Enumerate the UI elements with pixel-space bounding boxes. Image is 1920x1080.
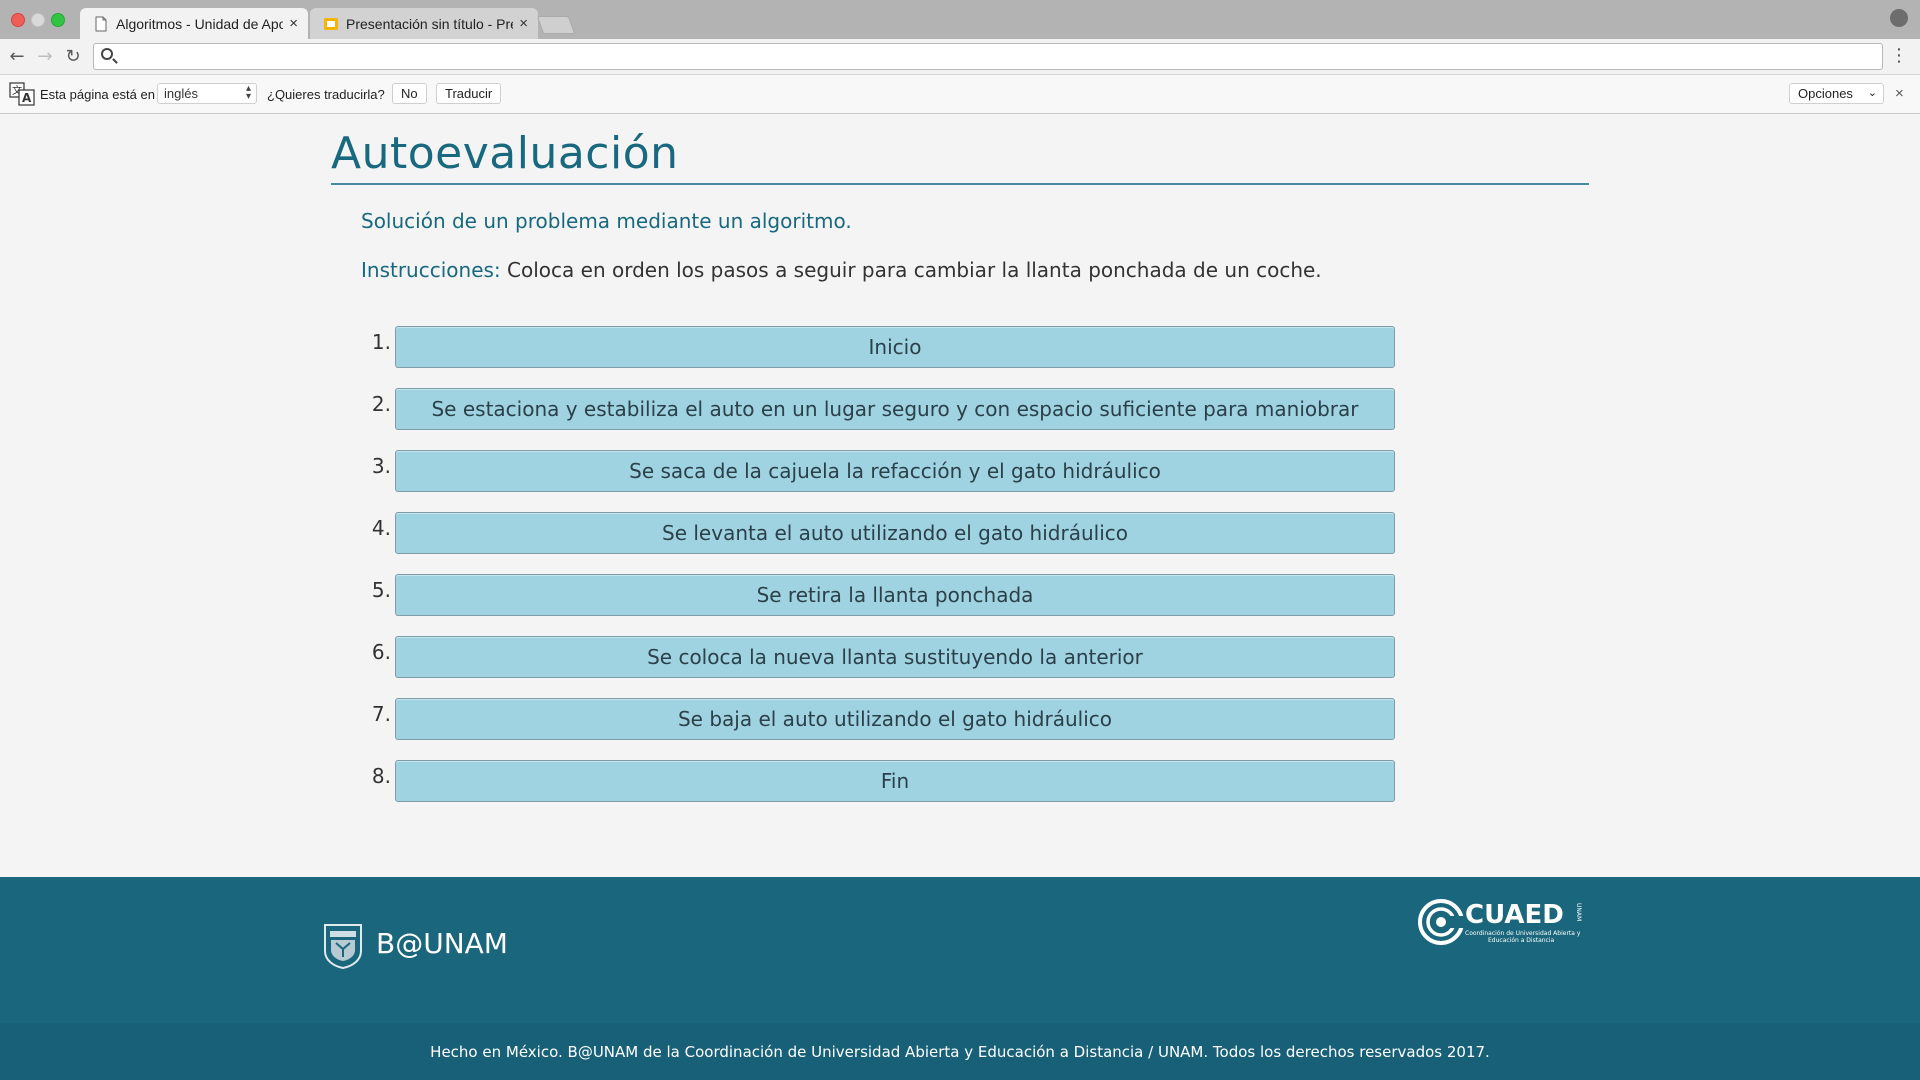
page-icon — [95, 16, 107, 31]
options-label: Opciones — [1798, 86, 1853, 101]
translate-button[interactable]: Traducir — [436, 83, 502, 104]
cuaed-name: CUAED — [1465, 900, 1564, 930]
options-dropdown[interactable]: Opciones ⌄ — [1789, 83, 1884, 104]
language-value: inglés — [164, 86, 198, 101]
page-title: Autoevaluación — [331, 128, 679, 179]
search-icon — [101, 48, 113, 60]
step-draggable[interactable]: Fin — [395, 760, 1395, 802]
tab-title: Presentación sin título - Prese — [346, 15, 513, 32]
new-tab-button[interactable] — [536, 16, 576, 34]
cuaed-caption-1: Coordinación de Universidad Abierta y — [1465, 930, 1581, 937]
instructions: Instrucciones: Coloca en orden los pasos… — [361, 258, 1322, 282]
exercise-subtitle: Solución de un problema mediante un algo… — [361, 209, 852, 233]
updown-icon: ▴ ▾ — [245, 83, 251, 102]
step-item: 4. Se levanta el auto utilizando el gato… — [365, 512, 1395, 558]
step-item: 5. Se retira la llanta ponchada — [365, 574, 1395, 620]
translate-bar: 文 A Esta página está en inglés ▴ ▾ ¿Quier… — [0, 75, 1920, 114]
copyright-text: Hecho en México. B@UNAM de la Coordinaci… — [430, 1042, 1490, 1061]
slides-icon — [324, 17, 338, 30]
step-draggable[interactable]: Se levanta el auto utilizando el gato hi… — [395, 512, 1395, 554]
cuaed-side-label: UNAM — [1575, 903, 1582, 921]
instructions-text: Coloca en orden los pasos a seguir para … — [500, 258, 1322, 282]
step-number: 8. — [371, 764, 391, 788]
instructions-label: Instrucciones: — [361, 258, 501, 282]
step-draggable[interactable]: Inicio — [395, 326, 1395, 368]
step-number: 7. — [371, 702, 391, 726]
cuaed-logo[interactable]: CUAED Coordinación de Universidad Abiert… — [1418, 895, 1584, 955]
step-item: 1. Inicio — [365, 326, 1395, 372]
reload-icon[interactable]: ↻ — [62, 46, 84, 68]
window-zoom-button[interactable] — [51, 13, 65, 27]
step-number: 2. — [371, 392, 391, 416]
browser-titlebar: Algoritmos - Unidad de Apoyo × Presentac… — [0, 0, 1920, 39]
step-number: 1. — [371, 330, 391, 354]
tab-algoritmos[interactable]: Algoritmos - Unidad de Apoyo × — [80, 8, 308, 39]
translate-question: ¿Quieres traducirla? — [267, 87, 385, 102]
step-number: 5. — [371, 578, 391, 602]
tab-presentacion[interactable]: Presentación sin título - Prese × — [310, 8, 538, 39]
step-draggable[interactable]: Se baja el auto utilizando el gato hidrá… — [395, 698, 1395, 740]
step-number: 6. — [371, 640, 391, 664]
chevron-down-icon: ⌄ — [1867, 87, 1877, 99]
window-minimize-button[interactable] — [31, 13, 45, 27]
page-content: Autoevaluación Solución de un problema m… — [0, 114, 1920, 877]
step-item: 7. Se baja el auto utilizando el gato hi… — [365, 698, 1395, 744]
back-icon[interactable]: ← — [6, 46, 28, 68]
copyright-bar: Hecho en México. B@UNAM de la Coordinaci… — [0, 1023, 1920, 1080]
window-close-button[interactable] — [11, 13, 25, 27]
tab-close-icon[interactable]: × — [519, 15, 528, 32]
no-translate-button[interactable]: No — [392, 83, 427, 104]
site-footer: B@UNAM CUAED Coordinación de Universidad… — [0, 877, 1920, 1023]
browser-toolbar: ← → ↻ ⋮ — [0, 39, 1920, 75]
step-draggable[interactable]: Se estaciona y estabiliza el auto en un … — [395, 388, 1395, 430]
step-number: 3. — [371, 454, 391, 478]
step-item: 2. Se estaciona y estabiliza el auto en … — [365, 388, 1395, 434]
cuaed-caption-2: Educación a Distancia — [1488, 937, 1555, 944]
forward-icon[interactable]: → — [34, 46, 56, 68]
profile-icon[interactable] — [1890, 9, 1908, 27]
address-bar[interactable] — [93, 43, 1883, 70]
step-draggable[interactable]: Se retira la llanta ponchada — [395, 574, 1395, 616]
step-item: 8. Fin — [365, 760, 1395, 806]
translate-prefix: Esta página está en — [40, 87, 155, 102]
tab-close-icon[interactable]: × — [289, 15, 298, 32]
step-number: 4. — [371, 516, 391, 540]
step-item: 6. Se coloca la nueva llanta sustituyend… — [365, 636, 1395, 682]
language-select[interactable]: inglés ▴ ▾ — [157, 83, 257, 104]
step-item: 3. Se saca de la cajuela la refacción y … — [365, 450, 1395, 496]
svg-text:A: A — [22, 91, 32, 105]
translate-icon: 文 A — [9, 82, 35, 106]
tab-title: Algoritmos - Unidad de Apoyo — [116, 15, 284, 32]
menu-icon[interactable]: ⋮ — [1890, 47, 1908, 65]
steps-list: 1. Inicio 2. Se estaciona y estabiliza e… — [365, 326, 1395, 822]
close-icon[interactable]: × — [1895, 85, 1904, 102]
step-draggable[interactable]: Se saca de la cajuela la refacción y el … — [395, 450, 1395, 492]
step-draggable[interactable]: Se coloca la nueva llanta sustituyendo l… — [395, 636, 1395, 678]
brand-name[interactable]: B@UNAM — [376, 927, 508, 960]
title-divider — [331, 183, 1589, 185]
unam-shield-icon — [324, 924, 362, 969]
